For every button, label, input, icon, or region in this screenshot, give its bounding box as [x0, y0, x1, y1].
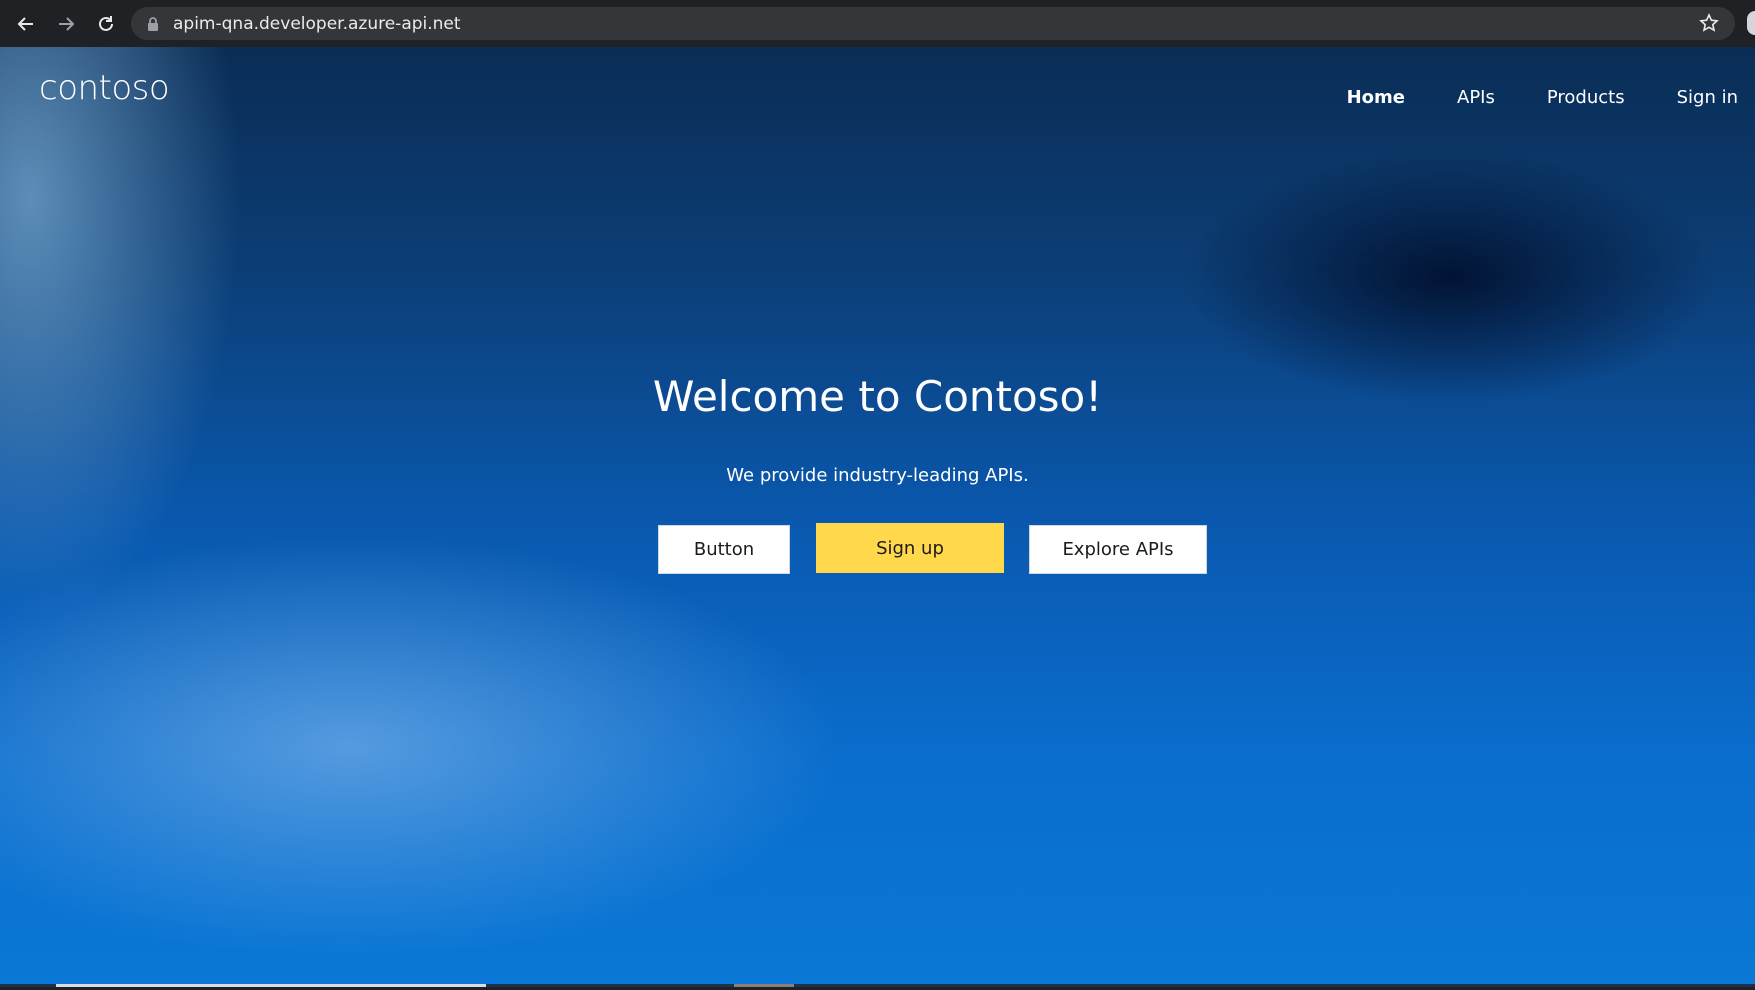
contoso-logo[interactable]: contoso: [39, 68, 170, 108]
star-icon[interactable]: [1699, 13, 1719, 33]
browser-toolbar: apim-qna.developer.azure-api.net: [0, 0, 1755, 47]
bottom-scroll-strip: [0, 984, 1755, 987]
forward-arrow-icon: [56, 14, 76, 34]
forward-button[interactable]: [50, 8, 82, 40]
address-bar[interactable]: apim-qna.developer.azure-api.net: [131, 7, 1735, 40]
nav-link-products[interactable]: Products: [1547, 87, 1625, 108]
nav-link-apis[interactable]: APIs: [1457, 87, 1495, 108]
nav-link-sign-in[interactable]: Sign in: [1677, 87, 1738, 108]
reload-icon: [96, 14, 116, 34]
back-arrow-icon: [16, 14, 36, 34]
top-navigation: Home APIs Products Sign in: [1295, 87, 1738, 108]
profile-avatar-edge[interactable]: [1747, 11, 1755, 35]
lock-icon: [147, 16, 159, 31]
url-text: apim-qna.developer.azure-api.net: [173, 13, 461, 34]
reload-button[interactable]: [90, 8, 122, 40]
explore-apis-button[interactable]: Explore APIs: [1029, 525, 1207, 574]
hero-title: Welcome to Contoso!: [652, 372, 1103, 421]
generic-button[interactable]: Button: [658, 525, 790, 574]
nav-link-home[interactable]: Home: [1347, 87, 1405, 108]
hero-subtitle: We provide industry-leading APIs.: [726, 465, 1029, 486]
sign-up-button[interactable]: Sign up: [816, 523, 1004, 573]
page-content: contoso Home APIs Products Sign in Welco…: [0, 47, 1755, 987]
back-button[interactable]: [10, 8, 42, 40]
